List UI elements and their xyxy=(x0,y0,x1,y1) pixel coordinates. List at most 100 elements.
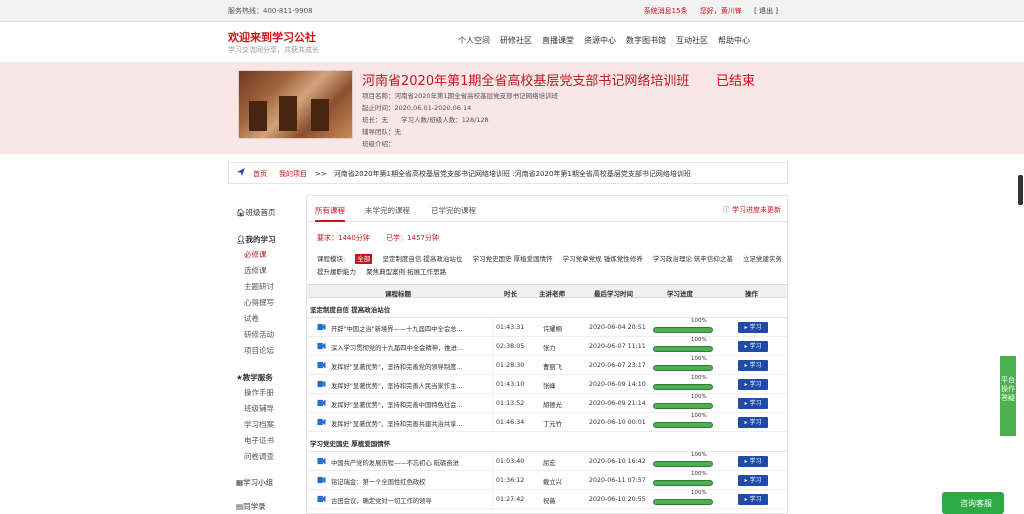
study-button-label: 学习 xyxy=(749,400,762,407)
course-title[interactable]: 古田会议，确定党对一切工作的领导 xyxy=(331,496,432,505)
sidebar-study-group[interactable]: ▦学习小组 xyxy=(236,477,273,488)
column-divider xyxy=(492,413,493,432)
column-divider xyxy=(492,394,493,413)
nav-live-classroom[interactable]: 直播课堂 xyxy=(542,35,574,46)
course-last-time: 2020-06-09 14:10 xyxy=(589,381,646,388)
filter-label: 课程模块: xyxy=(317,255,346,263)
study-button[interactable]: ▸ 学习 xyxy=(738,456,768,467)
sidebar-item-activity[interactable]: 研修活动 xyxy=(244,329,274,340)
nav-help-center[interactable]: 帮助中心 xyxy=(718,35,750,46)
table-row: 发挥好"显著优势"，坚持和完善中国特色社会... 01:13:52 胡德光 2020-… xyxy=(307,394,787,413)
sidebar-classmates[interactable]: ▤同学录 xyxy=(236,501,266,512)
sidebar-item-manual[interactable]: 操作手册 xyxy=(244,387,274,398)
study-button-label: 学习 xyxy=(749,458,762,465)
study-button[interactable]: ▸ 学习 xyxy=(738,341,768,352)
greeting-user[interactable]: 您好，黄川锋 xyxy=(700,7,742,15)
study-button[interactable]: ▸ 学习 xyxy=(738,360,768,371)
study-button[interactable]: ▸ 学习 xyxy=(738,417,768,428)
study-button[interactable]: ▸ 学习 xyxy=(738,322,768,333)
progress-label: 100% xyxy=(691,394,707,400)
filter-option-4[interactable]: 学习政治理论 筑牢信仰之基 xyxy=(653,255,733,263)
course-last-time: 2020-06-07 23:17 xyxy=(589,362,646,369)
study-button-label: 学习 xyxy=(749,419,762,426)
progress-label: 100% xyxy=(691,318,707,324)
nav-personal-space[interactable]: 个人空间 xyxy=(458,35,490,46)
course-title[interactable]: 发挥好"显著优势"，坚持和完善人民当家作主... xyxy=(331,381,462,390)
col-title: 课程标题 xyxy=(385,290,411,298)
sidebar-item-elective[interactable]: 选修课 xyxy=(244,265,267,276)
filter-option-3[interactable]: 学习党章党规 锤炼党性修养 xyxy=(563,255,643,263)
sidebar-item-archive[interactable]: 学习档案 xyxy=(244,419,274,430)
filter-option-all[interactable]: 全部 xyxy=(355,254,373,264)
course-title[interactable]: 中国共产党的发展历程——不忘初心 砥砺奋进 xyxy=(331,458,459,467)
col-last-time: 最后学习时间 xyxy=(594,290,633,298)
col-duration: 时长 xyxy=(504,290,517,298)
study-button[interactable]: ▸ 学习 xyxy=(738,494,768,505)
site-title[interactable]: 欢迎来到学习公社 xyxy=(228,29,316,45)
site-subtitle: 学习交流同分享，共获共成长 xyxy=(228,46,319,54)
hotline-text: 服务热线：400-811-9908 xyxy=(228,7,313,15)
study-button[interactable]: ▸ 学习 xyxy=(738,379,768,390)
nav-research-community[interactable]: 研修社区 xyxy=(500,35,532,46)
sidebar-item-forum[interactable]: 项目论坛 xyxy=(244,345,274,356)
filter-option-6[interactable]: 聚焦典型案例 拓展工作思路 xyxy=(366,268,446,276)
progress-label: 100% xyxy=(691,356,707,362)
user-links: 系统消息15条 您好，黄川锋 [ 退出 ] xyxy=(634,6,778,16)
video-icon xyxy=(317,342,326,350)
filter-option-1[interactable]: 坚定制度自信 提高政治站位 xyxy=(382,255,462,263)
study-button[interactable]: ▸ 学习 xyxy=(738,475,768,486)
required-minutes: 要求：1440分钟 xyxy=(317,234,370,242)
breadcrumb-my-project[interactable]: 我的项目 xyxy=(279,169,307,179)
course-title[interactable]: 深入学习贯彻党的十九届四中全会精神，推进... xyxy=(331,343,463,352)
nav-interactive-community[interactable]: 互动社区 xyxy=(676,35,708,46)
platform-help-float[interactable]: 平台操作答疑 xyxy=(1000,356,1016,436)
course-title[interactable]: 发挥好"显著优势"，坚持和完善共建共治共享... xyxy=(331,419,462,428)
tab-all-courses[interactable]: 所有课程 xyxy=(315,205,345,222)
progress-label: 100% xyxy=(691,337,707,343)
course-teacher: 戴立兴 xyxy=(543,479,562,486)
class-intro: 班级介绍： xyxy=(362,140,395,148)
course-title[interactable]: 发挥好"显著优势"，坚持和完善中国特色社会... xyxy=(331,400,462,409)
system-messages-link[interactable]: 系统消息15条 xyxy=(644,7,688,15)
nav-resource-center[interactable]: 资源中心 xyxy=(584,35,616,46)
sidebar-item-discussion[interactable]: 主题研讨 xyxy=(244,281,274,292)
study-button[interactable]: ▸ 学习 xyxy=(738,398,768,409)
sidebar-item-reflection[interactable]: 心得撰写 xyxy=(244,297,274,308)
table-body: 坚定制度自信 提高政治站位 开辟"中国之治"新境界——十九届四中全会总... 01:… xyxy=(307,298,787,509)
col-teacher: 主讲老师 xyxy=(539,290,565,298)
sidebar-item-survey[interactable]: 问卷调查 xyxy=(244,451,274,462)
module-filter: 课程模块: 全部 坚定制度自信 提高政治站位 学习党史国史 厚植爱国情怀 学习党… xyxy=(317,253,787,279)
course-duration: 01:46:34 xyxy=(496,419,525,426)
sidebar-item-required[interactable]: 必修课 xyxy=(244,249,267,260)
play-icon: ▸ xyxy=(744,419,748,426)
top-bar: 服务热线：400-811-9908 系统消息15条 您好，黄川锋 [ 退出 ] xyxy=(0,0,1024,22)
course-title[interactable]: 铭记瑞金：第一个全国性红色政权 xyxy=(331,477,425,486)
breadcrumb-home[interactable]: 首页 xyxy=(253,169,267,179)
chat-support-button[interactable]: 咨询客服 xyxy=(942,492,1004,514)
progress-bar xyxy=(653,346,713,352)
class-title: 河南省2020年第1期全省高校基层党支部书记网络培训班 xyxy=(362,74,690,89)
sidebar-class-home[interactable]: 🏠︎班级首页 xyxy=(236,207,276,218)
tab-finished[interactable]: 已学完的课程 xyxy=(431,205,476,216)
logout-link[interactable]: [ 退出 ] xyxy=(754,7,778,15)
sidebar-item-certificate[interactable]: 电子证书 xyxy=(244,435,274,446)
course-title[interactable]: 开辟"中国之治"新境界——十九届四中全会总... xyxy=(331,324,462,333)
nav-digital-library[interactable]: 数字图书馆 xyxy=(626,35,666,46)
page-scrollbar[interactable] xyxy=(1018,175,1023,205)
sidebar-teaching-service[interactable]: ★教学服务 xyxy=(236,372,273,383)
col-action: 操作 xyxy=(745,290,758,298)
breadcrumb-path: >> 河南省2020年第1期全省高校基层党支部书记网络培训班 :河南省2020年… xyxy=(315,170,691,178)
refresh-progress-link[interactable]: ⓘ 学习进度未更新 xyxy=(723,205,781,215)
sidebar-item-tutoring[interactable]: 班级辅导 xyxy=(244,403,274,414)
filter-option-2[interactable]: 学习党史国史 厚植爱国情怀 xyxy=(473,255,553,263)
sidebar-my-study[interactable]: 👤︎我的学习 xyxy=(236,234,276,245)
course-title[interactable]: 发挥好"显著优势"，坚持和完善党的领导制度... xyxy=(331,362,462,371)
tab-unfinished[interactable]: 未学完的课程 xyxy=(365,205,410,216)
course-last-time: 2020-06-10 16:42 xyxy=(589,458,646,465)
video-icon xyxy=(317,399,326,407)
course-teacher: 张力 xyxy=(543,345,556,352)
sidebar-item-exam[interactable]: 试卷 xyxy=(244,313,259,324)
course-teacher: 丁元竹 xyxy=(543,421,562,428)
main-nav: 个人空间 研修社区 直播课堂 资源中心 数字图书馆 互动社区 帮助中心 xyxy=(458,35,760,46)
progress-bar xyxy=(653,422,713,428)
